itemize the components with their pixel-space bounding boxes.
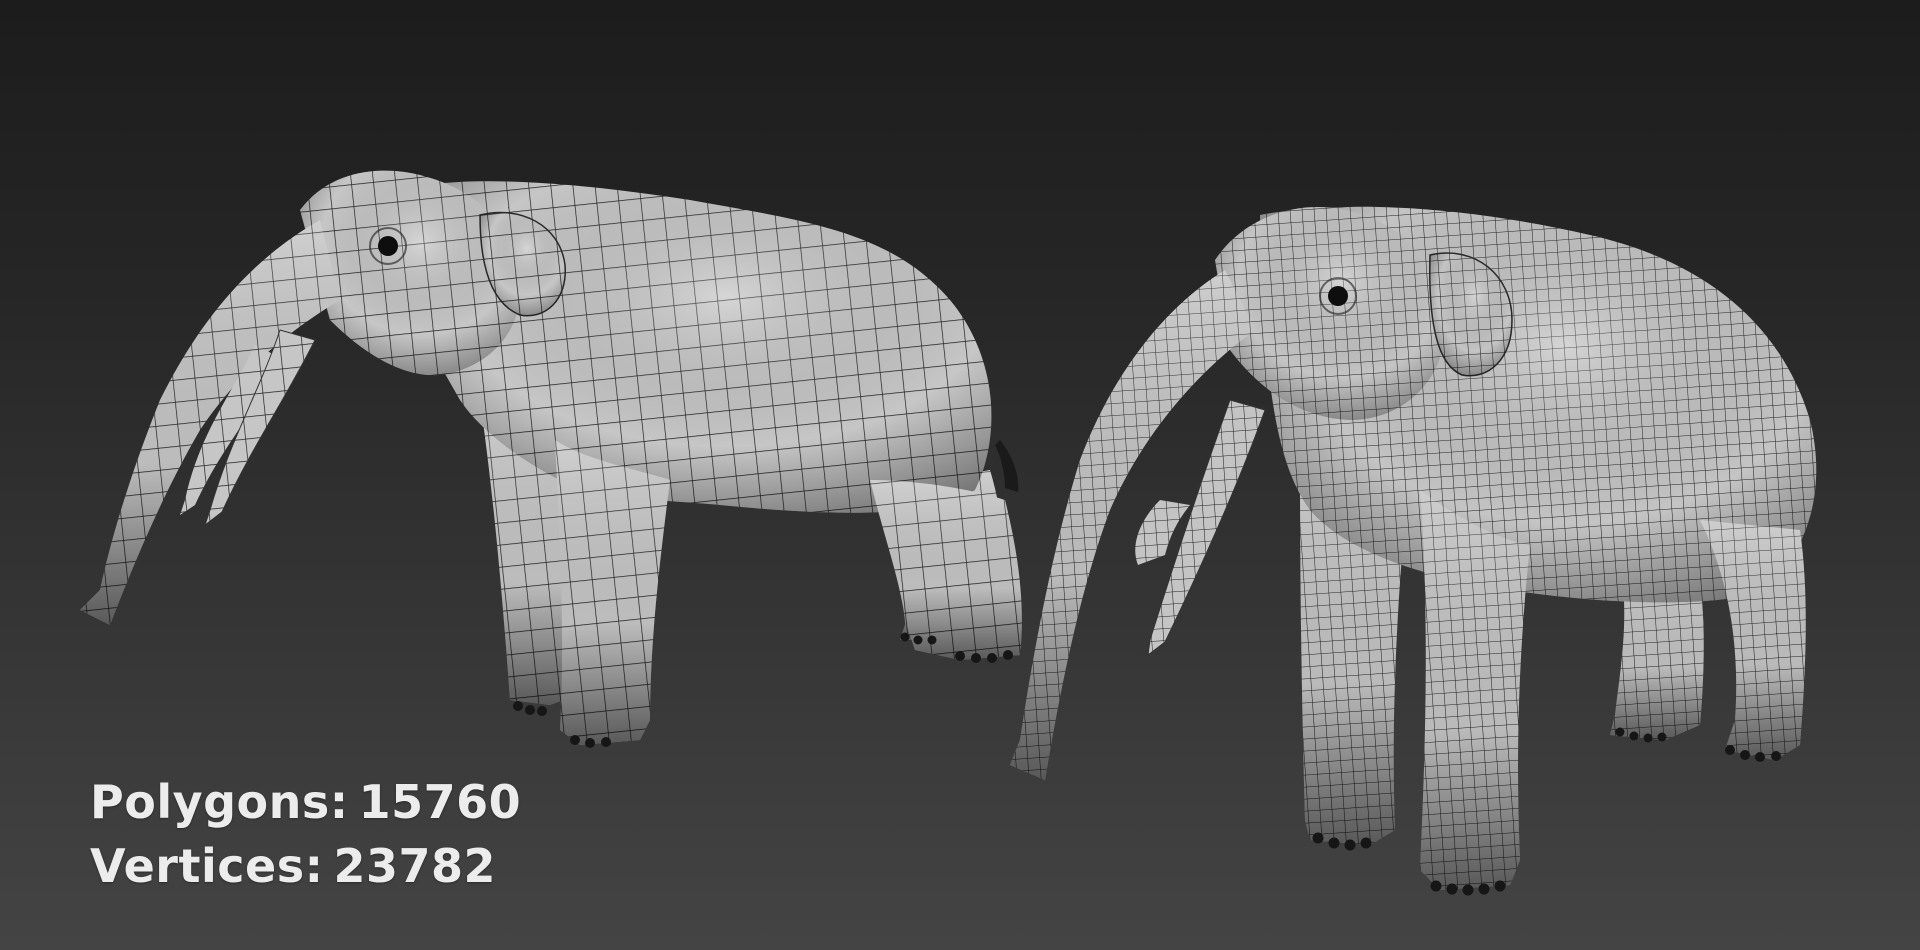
3d-viewport[interactable]: Polygons: 15760 Vertices: 23782 bbox=[0, 0, 1920, 950]
low-poly-elephant[interactable] bbox=[80, 170, 1022, 748]
vertices-label: Vertices: bbox=[90, 839, 324, 893]
high-poly-elephant[interactable] bbox=[1010, 206, 1817, 896]
mesh-stats-overlay: Polygons: 15760 Vertices: 23782 bbox=[90, 770, 521, 898]
vertices-value: 23782 bbox=[333, 839, 497, 893]
polygons-row: Polygons: 15760 bbox=[90, 770, 521, 834]
vertices-row: Vertices: 23782 bbox=[90, 834, 521, 898]
polygons-value: 15760 bbox=[358, 775, 522, 829]
polygons-label: Polygons: bbox=[90, 775, 349, 829]
left-model-tail bbox=[995, 440, 1019, 492]
right-model-eye bbox=[1328, 286, 1348, 306]
left-model-eye bbox=[378, 236, 398, 256]
